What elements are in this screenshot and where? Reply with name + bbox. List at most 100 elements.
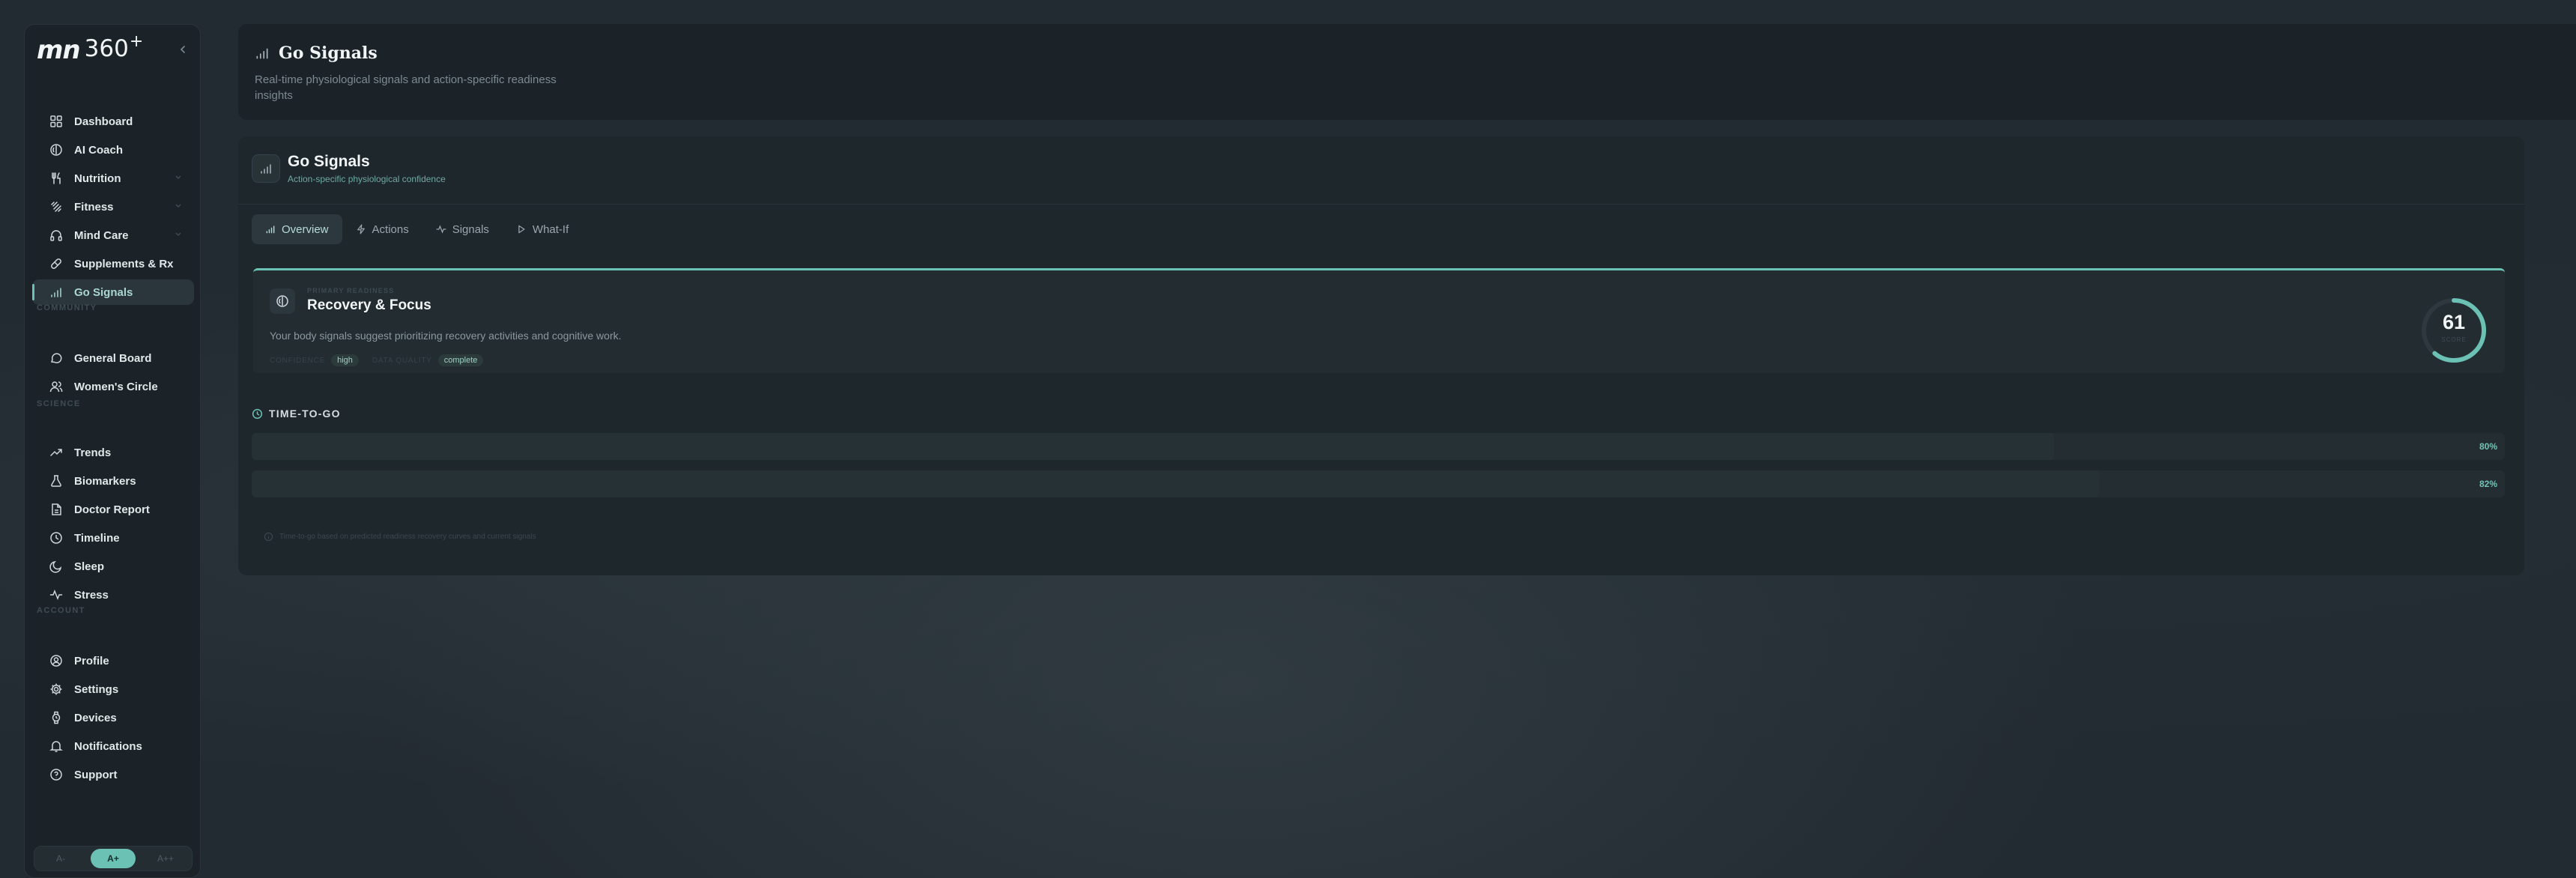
time-to-go-footnote: Time-to-go based on predicted readiness …: [264, 532, 536, 542]
sidebar-item-label: Support: [74, 768, 118, 781]
primary-readiness-card: PRIMARY READINESS Recovery & Focus Your …: [253, 268, 2505, 373]
tab-label: Signals: [452, 222, 489, 236]
tab-overview[interactable]: Overview: [252, 214, 342, 244]
data-quality-label: DATA QUALITY: [372, 356, 432, 365]
section-label-community: COMMUNITY: [37, 303, 97, 312]
sidebar-item-settings[interactable]: Settings: [32, 676, 194, 702]
readiness-title: Recovery & Focus: [307, 297, 431, 313]
font-size-decrease[interactable]: A-: [38, 849, 83, 868]
user-circle-icon: [49, 653, 64, 668]
sidebar-item-label: Profile: [74, 654, 109, 667]
activity-icon: [436, 224, 446, 234]
sidebar-item-label: Dashboard: [74, 115, 133, 128]
file-text-icon: [49, 502, 64, 517]
sidebar-item-profile[interactable]: Profile: [32, 648, 194, 673]
sidebar-item-stress[interactable]: Stress: [32, 582, 194, 608]
sidebar-item-label: Go Signals: [74, 285, 133, 299]
trending-up-icon: [49, 445, 64, 460]
sidebar-item-supplements[interactable]: Supplements & Rx: [32, 251, 194, 276]
tab-bar: Overview Actions Signals What-If: [252, 214, 582, 244]
sidebar-item-biomarkers[interactable]: Biomarkers: [32, 468, 194, 494]
sidebar-item-label: Trends: [74, 446, 112, 459]
sidebar-item-nutrition[interactable]: Nutrition: [32, 166, 194, 191]
font-size-normal[interactable]: A+: [91, 849, 136, 868]
sidebar-item-label: Nutrition: [74, 172, 121, 185]
time-to-go-percent: 82%: [2479, 479, 2497, 489]
logo-number: 360: [84, 35, 129, 62]
sidebar-item-devices[interactable]: Devices: [32, 705, 194, 730]
time-to-go-bar: [252, 470, 2100, 497]
time-to-go-percent: 80%: [2479, 441, 2497, 452]
chevron-left-icon: [180, 46, 185, 53]
collapse-sidebar-button[interactable]: [173, 40, 193, 59]
page-title-row: Go Signals: [255, 43, 378, 63]
zap-icon: [356, 224, 366, 234]
go-signals-panel: Go Signals Action-specific physiological…: [238, 136, 2524, 575]
sidebar-item-notifications[interactable]: Notifications: [32, 733, 194, 759]
sidebar-item-label: Fitness: [74, 200, 114, 214]
readiness-score-ring: 61 SCORE: [2419, 296, 2488, 365]
sidebar-item-support[interactable]: Support: [32, 762, 194, 787]
sidebar-item-fitness[interactable]: Fitness: [32, 194, 194, 220]
tab-actions[interactable]: Actions: [342, 214, 422, 244]
sidebar-item-trends[interactable]: Trends: [32, 440, 194, 465]
readiness-description: Your body signals suggest prioritizing r…: [270, 330, 622, 342]
signal-bars-icon: [265, 224, 276, 234]
sidebar-item-label: General Board: [74, 351, 152, 365]
sidebar: mn 360 + Dashboard AI Coach Nutrition Fitn…: [24, 24, 201, 878]
tab-signals[interactable]: Signals: [422, 214, 503, 244]
sidebar-item-dashboard[interactable]: Dashboard: [32, 109, 194, 134]
flask-icon: [49, 473, 64, 488]
time-to-go-row: 80%: [252, 433, 2505, 460]
help-circle-icon: [49, 767, 64, 782]
data-quality-badge: complete: [437, 354, 484, 366]
sidebar-item-timeline[interactable]: Timeline: [32, 525, 194, 551]
font-size-increase[interactable]: A++: [143, 849, 188, 868]
sidebar-item-label: Settings: [74, 682, 119, 696]
play-icon: [516, 224, 527, 234]
signal-bars-icon: [256, 48, 268, 59]
page-title: Go Signals: [279, 43, 378, 63]
chevron-down-icon: [175, 204, 181, 208]
app-logo[interactable]: mn 360 +: [37, 32, 143, 65]
tab-label: Actions: [372, 222, 409, 236]
sidebar-item-mind-care[interactable]: Mind Care: [32, 222, 194, 248]
chevron-down-icon: [175, 175, 181, 179]
sidebar-item-label: Supplements & Rx: [74, 257, 174, 270]
users-icon: [49, 379, 64, 394]
panel-subtitle: Action-specific physiological confidence: [288, 174, 446, 184]
clock-icon: [252, 408, 263, 419]
chevron-down-icon: [175, 232, 181, 236]
sidebar-item-general-board[interactable]: General Board: [32, 345, 194, 371]
readiness-score: 61: [2442, 311, 2466, 333]
tab-what-if[interactable]: What-If: [503, 214, 582, 244]
time-to-go-title: TIME-TO-GO: [269, 408, 341, 420]
readiness-score-label: SCORE: [2441, 336, 2467, 343]
panel-divider: [238, 204, 2524, 205]
gear-icon: [49, 682, 64, 697]
sidebar-item-label: Devices: [74, 711, 117, 724]
font-size-switch: A- A+ A++: [34, 846, 193, 871]
signal-bars-icon: [261, 164, 271, 174]
clock-icon: [49, 530, 64, 545]
confidence-badge: high: [331, 354, 359, 366]
sidebar-item-go-signals[interactable]: Go Signals: [32, 279, 194, 305]
sidebar-item-label: Sleep: [74, 560, 105, 573]
sidebar-item-sleep[interactable]: Sleep: [32, 554, 194, 579]
dumbbell-icon: [49, 199, 64, 214]
tab-label: Overview: [282, 222, 329, 236]
sidebar-item-ai-coach[interactable]: AI Coach: [32, 137, 194, 163]
sidebar-item-label: Timeline: [74, 531, 120, 545]
sidebar-item-label: Mind Care: [74, 228, 129, 242]
utensils-icon: [49, 171, 64, 186]
info-icon: [264, 532, 273, 542]
section-label-account: ACCOUNT: [37, 606, 85, 615]
sidebar-item-doctor-report[interactable]: Doctor Report: [32, 497, 194, 522]
sidebar-item-womens-circle[interactable]: Women's Circle: [32, 374, 194, 399]
activity-icon: [49, 587, 64, 602]
tab-label: What-If: [532, 222, 569, 236]
sidebar-item-label: Doctor Report: [74, 503, 150, 516]
signal-bars-icon: [49, 285, 64, 300]
logo-plus: +: [129, 32, 143, 51]
confidence-label: CONFIDENCE: [270, 356, 326, 365]
